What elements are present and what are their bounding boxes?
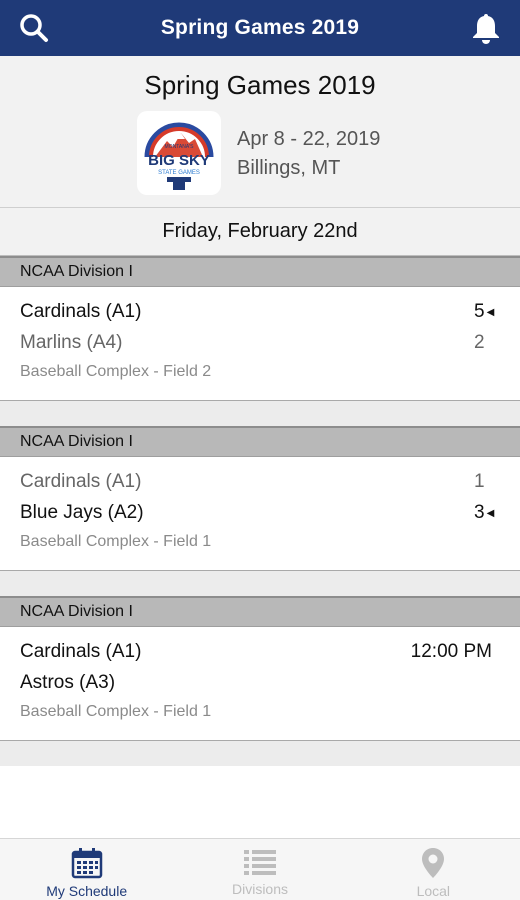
date-header-label: Friday, February 22nd bbox=[162, 220, 358, 242]
division-label: NCAA Division I bbox=[20, 603, 133, 620]
winner-indicator-icon: ◀ bbox=[486, 306, 495, 318]
division-header: NCAA Division I bbox=[0, 256, 520, 287]
division-header: NCAA Division I bbox=[0, 596, 520, 627]
event-logo: MONTANA'S BIG SKY STATE GAMES bbox=[137, 111, 221, 195]
team-score: 1 bbox=[474, 471, 485, 492]
top-nav-bar: Spring Games 2019 bbox=[0, 0, 520, 56]
team-name: Marlins (A4) bbox=[20, 332, 123, 353]
date-header: Friday, February 22nd bbox=[0, 208, 520, 256]
search-icon bbox=[20, 14, 48, 42]
notifications-button[interactable] bbox=[468, 10, 504, 46]
team-row: Blue Jays (A2) 3 ◀ bbox=[20, 500, 500, 526]
team-row: Astros (A3) bbox=[20, 670, 500, 696]
tab-my-schedule[interactable]: My Schedule bbox=[0, 839, 173, 900]
winner-indicator-icon: ◀ bbox=[486, 507, 495, 519]
game-block: NCAA Division I Cardinals (A1) 5 ◀ Marlin… bbox=[0, 256, 520, 426]
location-pin-icon bbox=[422, 848, 445, 878]
game-card[interactable]: Cardinals (A1) 1 Blue Jays (A2) 3 ◀ Baseb… bbox=[0, 457, 520, 571]
schedule-list: NCAA Division I Cardinals (A1) 5 ◀ Marlin… bbox=[0, 256, 520, 766]
team-row: Cardinals (A1) 1 bbox=[20, 469, 500, 495]
tab-divisions[interactable]: Divisions bbox=[173, 839, 346, 900]
game-venue: Baseball Complex - Field 1 bbox=[20, 703, 212, 720]
team-score: 2 bbox=[474, 332, 485, 353]
game-venue: Baseball Complex - Field 2 bbox=[20, 363, 212, 380]
tab-local[interactable]: Local bbox=[347, 839, 520, 900]
event-title: Spring Games 2019 bbox=[144, 70, 376, 100]
game-block: NCAA Division I Cardinals (A1) 12:00 PM … bbox=[0, 596, 520, 766]
event-header: Spring Games 2019 MONTANA'S BIG SKY STAT… bbox=[0, 56, 520, 208]
team-row: Cardinals (A1) 12:00 PM bbox=[20, 639, 500, 665]
division-label: NCAA Division I bbox=[20, 433, 133, 450]
search-button[interactable] bbox=[16, 10, 52, 46]
team-score: 5 ◀ bbox=[474, 301, 495, 322]
logo-sub-text: STATE GAMES bbox=[158, 170, 200, 176]
team-name: Cardinals (A1) bbox=[20, 301, 142, 322]
team-name: Astros (A3) bbox=[20, 672, 116, 693]
team-score: 3 ◀ bbox=[474, 502, 495, 523]
calendar-icon bbox=[71, 848, 102, 879]
game-venue: Baseball Complex - Field 1 bbox=[20, 533, 212, 550]
team-row: Cardinals (A1) 5 ◀ bbox=[20, 299, 500, 325]
division-label: NCAA Division I bbox=[20, 263, 133, 280]
team-row: Marlins (A4) 2 bbox=[20, 330, 500, 356]
logo-top-text: MONTANA'S bbox=[165, 144, 195, 150]
tab-label: Local bbox=[416, 883, 451, 899]
header-title: Spring Games 2019 bbox=[160, 16, 360, 39]
tab-label: My Schedule bbox=[46, 883, 128, 899]
division-header: NCAA Division I bbox=[0, 426, 520, 457]
game-card[interactable]: Cardinals (A1) 5 ◀ Marlins (A4) 2 Basebal… bbox=[0, 287, 520, 401]
team-name: Cardinals (A1) bbox=[20, 471, 142, 492]
team-name: Blue Jays (A2) bbox=[20, 502, 144, 523]
game-card[interactable]: Cardinals (A1) 12:00 PM Astros (A3) Base… bbox=[0, 627, 520, 741]
team-name: Cardinals (A1) bbox=[20, 641, 142, 662]
tab-label: Divisions bbox=[231, 881, 288, 897]
event-dates: Apr 8 - 22, 2019 bbox=[237, 128, 381, 150]
event-location: Billings, MT bbox=[237, 157, 341, 179]
bottom-tab-bar: My Schedule Divisions Local bbox=[0, 838, 520, 900]
game-time: 12:00 PM bbox=[410, 641, 492, 662]
game-block: NCAA Division I Cardinals (A1) 1 Blue Ja… bbox=[0, 426, 520, 596]
bell-icon bbox=[473, 14, 499, 44]
logo-main-text: BIG SKY bbox=[148, 152, 210, 169]
list-icon bbox=[243, 850, 276, 875]
